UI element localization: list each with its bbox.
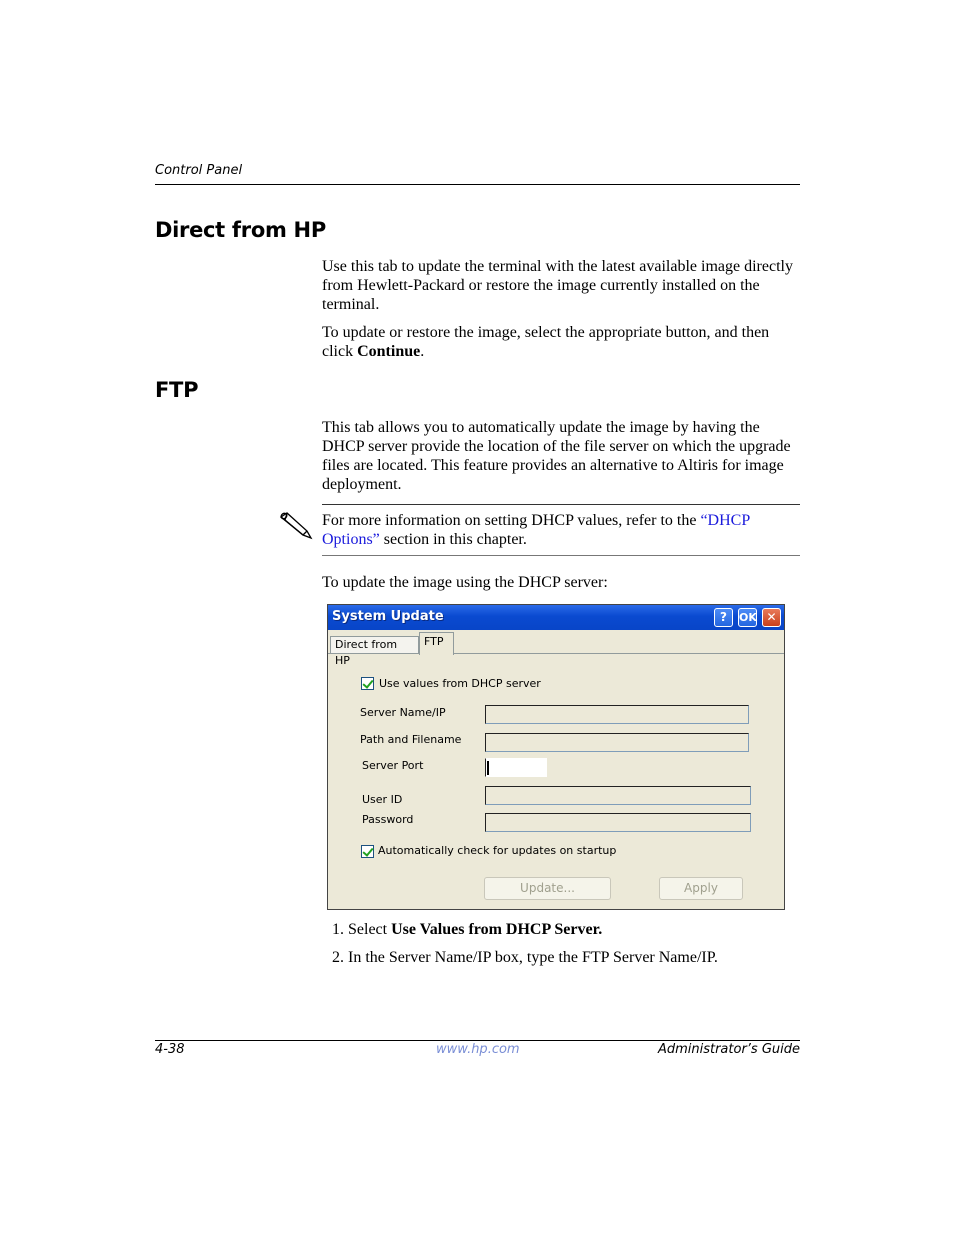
step-number: 2. [332,949,344,966]
server-name-label: Server Name/IP [360,706,446,719]
step-text: In the Server Name/IP box, type the FTP … [348,949,718,966]
dialog-tabs: Direct from HP FTP [328,630,784,667]
use-dhcp-checkbox[interactable] [361,677,374,690]
section-heading-direct-from-hp: Direct from HP [155,218,326,242]
step-2: 2. In the Server Name/IP box, type the F… [332,948,812,967]
step-1: 1. Select Use Values from DHCP Server. [332,920,812,939]
note-text-after: section in this chapter. [379,531,527,548]
tab-panel-border [328,653,784,654]
text-caret [487,761,489,775]
header-rule [155,184,800,185]
dialog-titlebar[interactable]: System Update ? OK ✕ [328,605,784,630]
steps-intro: To update the image using the DHCP serve… [322,574,608,591]
server-name-input[interactable] [485,705,749,724]
step-number: 1. [332,921,344,938]
section-heading-ftp: FTP [155,378,199,402]
page-number: 4-38 [155,1042,185,1057]
apply-button[interactable]: Apply [659,877,743,900]
direct-from-hp-paragraph: Use this tab to update the terminal with… [322,258,793,313]
dialog-title: System Update [332,609,444,624]
update-button[interactable]: Update... [484,877,611,900]
running-head: Control Panel [155,163,243,178]
close-button[interactable]: ✕ [762,608,781,627]
guide-title: Administrator’s Guide [657,1042,800,1057]
footer-url-link[interactable]: www.hp.com [436,1042,520,1057]
help-button[interactable]: ? [714,608,733,627]
step-text: Select [348,921,392,938]
server-port-label: Server Port [362,759,424,772]
ok-button[interactable]: OK [738,608,757,627]
direct-from-hp-instruction: To update or restore the image, select t… [322,323,802,361]
password-input[interactable] [485,813,751,832]
user-id-input[interactable] [485,786,751,805]
server-port-input[interactable] [485,758,547,777]
note-rule-bottom [322,555,800,556]
auto-check-checkbox[interactable] [361,845,374,858]
path-filename-input[interactable] [485,733,749,752]
note-rule-top [322,504,800,505]
footer-rule [155,1040,800,1041]
password-label: Password [362,813,414,826]
note-text-before: For more information on setting DHCP val… [322,512,701,529]
note-text: For more information on setting DHCP val… [322,511,800,549]
path-filename-label: Path and Filename [360,733,462,746]
ftp-paragraph: This tab allows you to automatically upd… [322,419,791,493]
instruction-period: . [420,343,425,360]
system-update-dialog: System Update ? OK ✕ Direct from HP FTP … [327,604,785,910]
step-bold-term: Use Values from DHCP Server. [391,921,603,938]
tab-direct-from-hp[interactable]: Direct from HP [330,636,419,667]
continue-term: Continue [357,343,421,360]
use-dhcp-label: Use values from DHCP server [379,677,541,690]
pencil-note-icon [277,511,313,541]
auto-check-label: Automatically check for updates on start… [378,844,617,857]
tab-ftp[interactable]: FTP [419,632,454,655]
user-id-label: User ID [362,793,403,806]
